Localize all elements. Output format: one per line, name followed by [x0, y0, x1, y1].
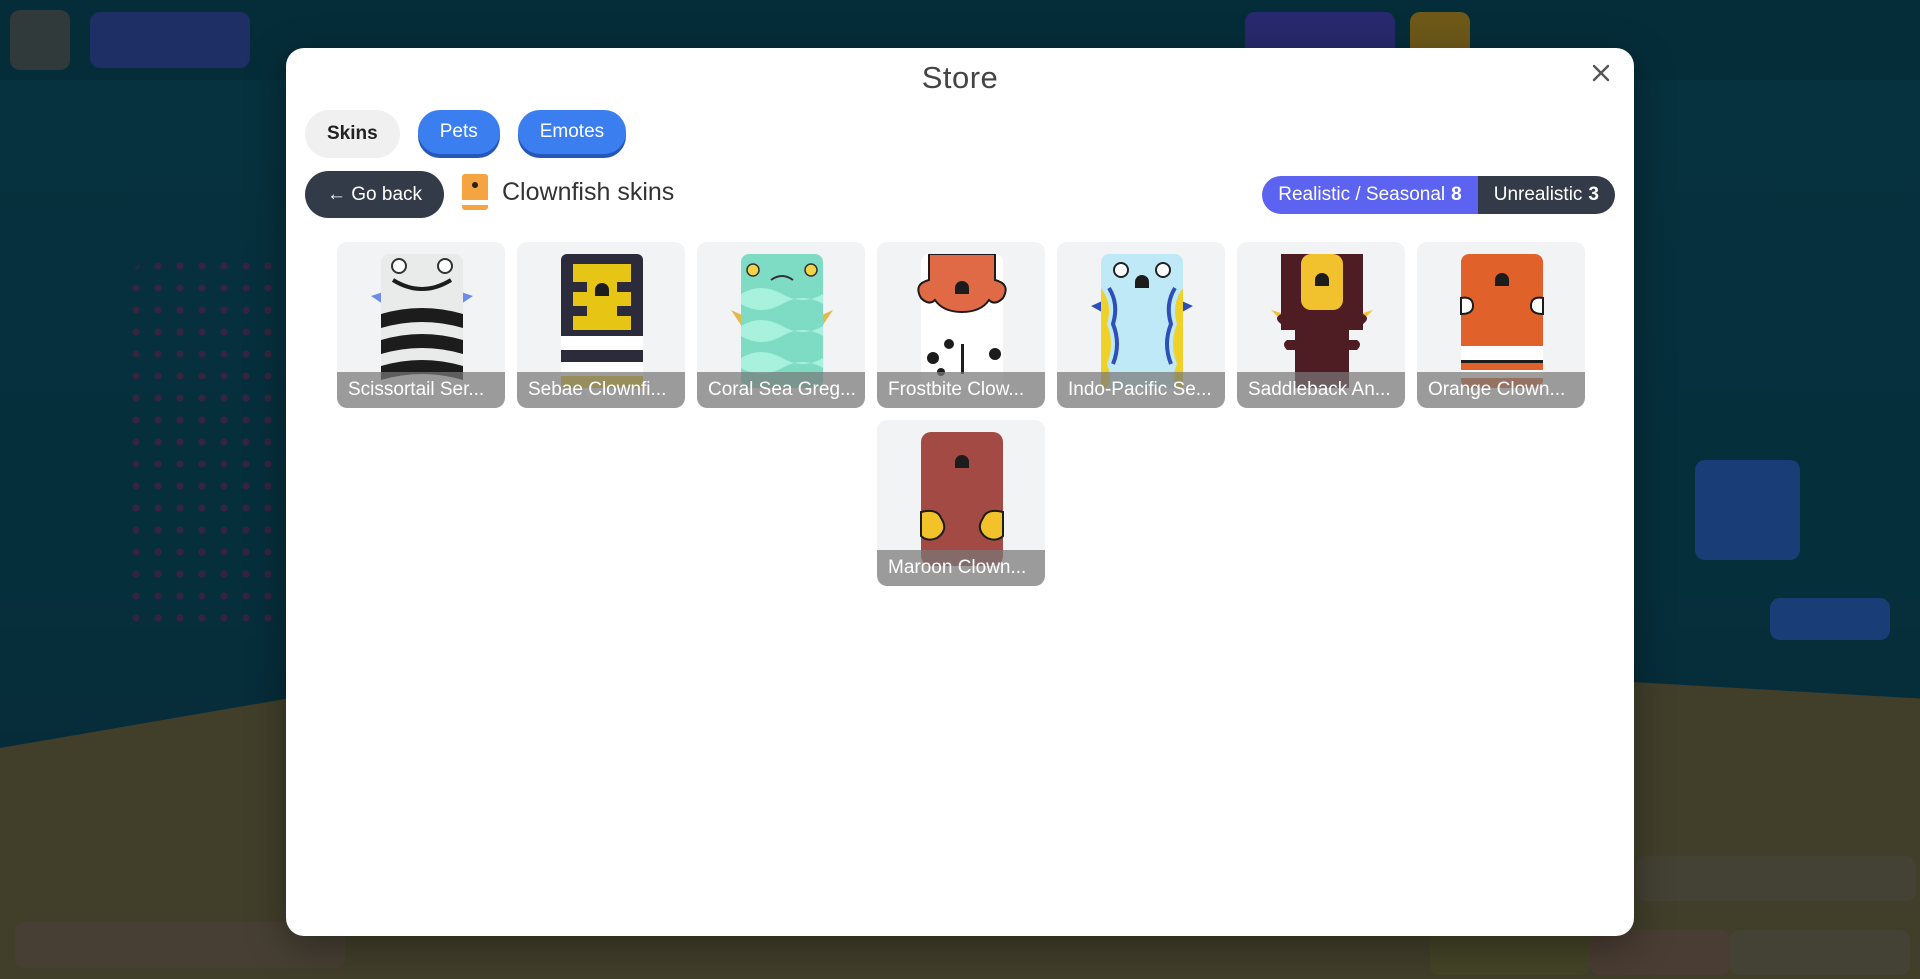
- tab-skins[interactable]: Skins: [305, 110, 400, 158]
- skin-card-saddleback[interactable]: Saddleback An...: [1237, 242, 1405, 408]
- filter-count: 8: [1451, 184, 1462, 205]
- breadcrumb-label: Clownfish skins: [502, 177, 675, 206]
- filter-label: Unrealistic: [1493, 184, 1583, 205]
- skin-name: Saddleback An...: [1237, 372, 1405, 408]
- filter-label: Realistic / Seasonal: [1278, 184, 1446, 205]
- skin-name: Coral Sea Greg...: [697, 372, 865, 408]
- fish-skin-image: [917, 254, 1007, 388]
- fish-skin-image: [920, 432, 1004, 566]
- go-back-label: ← Go back: [327, 183, 423, 205]
- filter-unrealistic[interactable]: Unrealistic 3: [1477, 176, 1615, 214]
- breadcrumb: Clownfish skins: [462, 174, 674, 210]
- skin-card-maroon[interactable]: Maroon Clown...: [877, 420, 1045, 586]
- fish-skin-image: [731, 254, 833, 388]
- go-back-button[interactable]: ← Go back: [305, 171, 445, 218]
- filter-realistic-seasonal[interactable]: Realistic / Seasonal 8: [1262, 176, 1478, 214]
- tab-pets[interactable]: Pets: [417, 110, 500, 154]
- fish-skin-image: [371, 254, 473, 388]
- fish-skin-image: [561, 254, 643, 388]
- skin-card-sebae[interactable]: Sebae Clownfi...: [517, 242, 685, 408]
- skin-name: Indo-Pacific Se...: [1057, 372, 1225, 408]
- skin-name: Scissortail Ser...: [337, 372, 505, 408]
- skin-name: Sebae Clownfi...: [517, 372, 685, 408]
- skin-type-filter: Realistic / Seasonal 8 Unrealistic 3: [1262, 176, 1615, 214]
- fish-skin-image: [1091, 254, 1193, 388]
- skin-card-scissortail[interactable]: Scissortail Ser...: [337, 242, 505, 408]
- skin-card-orange[interactable]: Orange Clown...: [1417, 242, 1585, 408]
- store-title: Store: [921, 60, 999, 95]
- skin-name: Maroon Clown...: [877, 550, 1045, 586]
- close-icon[interactable]: [1586, 58, 1616, 88]
- store-modal: Store Skins Pets Emotes ← Go back Clownf…: [286, 48, 1634, 936]
- skin-card-indo-pacific[interactable]: Indo-Pacific Se...: [1057, 242, 1225, 408]
- fish-skin-image: [1460, 254, 1544, 388]
- tab-emotes[interactable]: Emotes: [517, 110, 627, 154]
- skin-name: Frostbite Clow...: [877, 372, 1045, 408]
- store-tabs: Skins Pets Emotes: [305, 110, 627, 158]
- clownfish-icon: [462, 174, 488, 210]
- filter-count: 3: [1588, 184, 1599, 205]
- skin-name: Orange Clown...: [1417, 372, 1585, 408]
- skin-grid: Scissortail Ser... Sebae Clownfi... Cora…: [336, 242, 1586, 586]
- skin-card-frostbite[interactable]: Frostbite Clow...: [877, 242, 1045, 408]
- fish-skin-image: [1271, 254, 1373, 388]
- skin-card-coral-sea[interactable]: Coral Sea Greg...: [697, 242, 865, 408]
